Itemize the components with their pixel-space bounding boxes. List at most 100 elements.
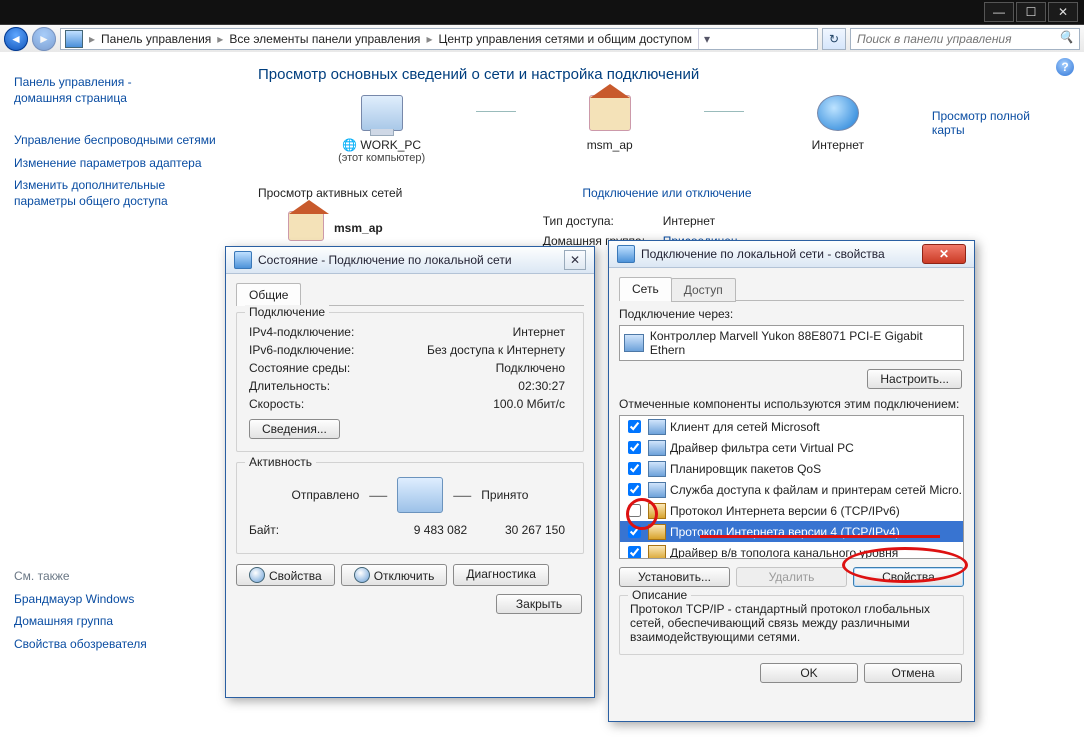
component-label: Протокол Интернета версии 4 (TCP/IPv4) [670,525,900,539]
sidebar-link-sharing[interactable]: Изменить дополнительные параметры общего… [14,177,224,209]
component-item[interactable]: Служба доступа к файлам и принтерам сете… [620,479,963,500]
component-item[interactable]: Драйвер фильтра сети Virtual PC [620,437,963,458]
service-icon [648,461,666,477]
component-checkbox[interactable] [628,546,641,559]
bytes-label: Байт: [249,523,399,537]
properties-button[interactable]: Свойства [236,564,335,586]
sidebar-link-wireless[interactable]: Управление беспроводными сетями [14,132,224,148]
help-icon[interactable]: ? [1056,58,1074,76]
arrow-icon: — [453,485,471,506]
network-node-this-pc: 🌐 WORK_PC (этот компьютер) [318,95,446,164]
details-button[interactable]: Сведения... [249,419,340,439]
component-item[interactable]: Драйвер в/в тополога канального уровня [620,542,963,559]
breadcrumb-dropdown[interactable]: ▾ [698,29,715,49]
house-icon [288,211,324,241]
configure-button[interactable]: Настроить... [867,369,962,389]
adapter-field[interactable]: Контроллер Marvell Yukon 88E8071 PCI-E G… [619,325,964,361]
address-bar[interactable]: ▸ Панель управления ▸ Все элементы панел… [60,28,818,50]
sidebar-link-internet-properties[interactable]: Свойства обозревателя [14,636,224,652]
gear-icon [249,567,265,583]
media-state-label: Состояние среды: [249,361,399,375]
tab-sharing[interactable]: Доступ [671,278,736,302]
dialog-titlebar[interactable]: Состояние - Подключение по локальной сет… [226,247,594,274]
breadcrumb-seg[interactable]: Панель управления [101,32,211,46]
install-button[interactable]: Установить... [619,567,730,587]
service-icon [648,482,666,498]
maximize-button[interactable]: ☐ [1016,2,1046,22]
close-button[interactable]: Закрыть [496,594,582,614]
component-checkbox[interactable] [628,504,641,517]
window-titlebar: — ☐ ✕ [0,0,1084,24]
component-label: Служба доступа к файлам и принтерам сете… [670,483,964,497]
minimize-button[interactable]: — [984,2,1014,22]
component-item[interactable]: Планировщик пакетов QoS [620,458,963,479]
sidebar-link-adapter[interactable]: Изменение параметров адаптера [14,155,224,171]
refresh-button[interactable]: ↻ [822,28,846,50]
breadcrumb-seg[interactable]: Все элементы панели управления [229,32,420,46]
group-label: Активность [245,455,316,469]
component-checkbox[interactable] [628,420,641,433]
component-item[interactable]: Клиент для сетей Microsoft [620,416,963,437]
control-panel-home-link[interactable]: Панель управления - домашняя страница [14,74,224,106]
back-button[interactable]: ◄ [4,27,28,51]
arrow-icon: — [369,485,387,506]
component-label: Планировщик пакетов QoS [670,462,821,476]
chevron-right-icon: ▸ [426,32,432,46]
component-checkbox[interactable] [628,462,641,475]
tabs: Общие [236,282,584,306]
see-also-label: См. также [14,569,224,583]
speed-label: Скорость: [249,397,399,411]
dialog-title: Подключение по локальной сети - свойства [641,247,885,261]
close-icon[interactable]: ✕ [922,244,966,264]
component-label: Протокол Интернета версии 6 (TCP/IPv6) [670,504,900,518]
node-label: Интернет [774,138,902,152]
globe-icon [817,95,859,131]
component-checkbox[interactable] [628,483,641,496]
duration-value: 02:30:27 [399,379,571,393]
group-label: Подключение [245,305,329,319]
components-list[interactable]: Клиент для сетей Microsoft Драйвер фильтр… [619,415,964,559]
cancel-button[interactable]: Отмена [864,663,962,683]
ipv6-label: IPv6-подключение: [249,343,399,357]
monitors-icon [397,477,443,513]
network-icon [234,251,252,269]
control-panel-icon [65,30,83,48]
diagnose-button[interactable]: Диагностика [453,564,549,586]
search-input[interactable] [855,31,1059,47]
item-properties-button[interactable]: Свойства [853,567,964,587]
view-full-map-link[interactable]: Просмотр полной карты [932,109,1064,137]
service-icon [648,440,666,456]
component-item[interactable]: Протокол Интернета версии 6 (TCP/IPv6) [620,500,963,521]
breadcrumb-seg[interactable]: Центр управления сетями и общим доступом [438,32,692,46]
ipv4-label: IPv4-подключение: [249,325,399,339]
search-box[interactable]: 🔍 [850,28,1080,50]
tab-general[interactable]: Общие [236,283,301,306]
navbar: ◄ ► ▸ Панель управления ▸ Все элементы п… [0,24,1084,54]
ipv6-value: Без доступа к Интернету [399,343,571,357]
tabs: Сеть Доступ [619,276,964,301]
network-line [704,95,744,129]
remove-button: Удалить [736,567,847,587]
sidebar-link-firewall[interactable]: Брандмауэр Windows [14,591,224,607]
network-line [476,95,516,129]
component-item[interactable]: Протокол Интернета версии 4 (TCP/IPv4) [620,521,963,542]
active-network-name: msm_ap [334,221,383,235]
connect-disconnect-link[interactable]: Подключение или отключение [582,186,751,200]
dialog-titlebar[interactable]: Подключение по локальной сети - свойства… [609,241,974,268]
active-networks-header: Просмотр активных сетей [258,186,402,200]
component-checkbox[interactable] [628,441,641,454]
forward-button[interactable]: ► [32,27,56,51]
tab-network[interactable]: Сеть [619,277,672,301]
components-label: Отмеченные компоненты используются этим … [619,397,964,411]
network-node-internet: Интернет [774,95,902,152]
ipv4-value: Интернет [399,325,571,339]
description-group: Описание Протокол TCP/IP - стандартный п… [619,595,964,655]
close-icon[interactable]: ✕ [564,250,586,270]
ok-button[interactable]: OK [760,663,858,683]
access-type-label: Тип доступа: [543,214,663,228]
disable-button[interactable]: Отключить [341,564,448,586]
component-label: Клиент для сетей Microsoft [670,420,820,434]
close-button[interactable]: ✕ [1048,2,1078,22]
sidebar-link-homegroup[interactable]: Домашняя группа [14,613,224,629]
component-checkbox[interactable] [628,525,641,538]
